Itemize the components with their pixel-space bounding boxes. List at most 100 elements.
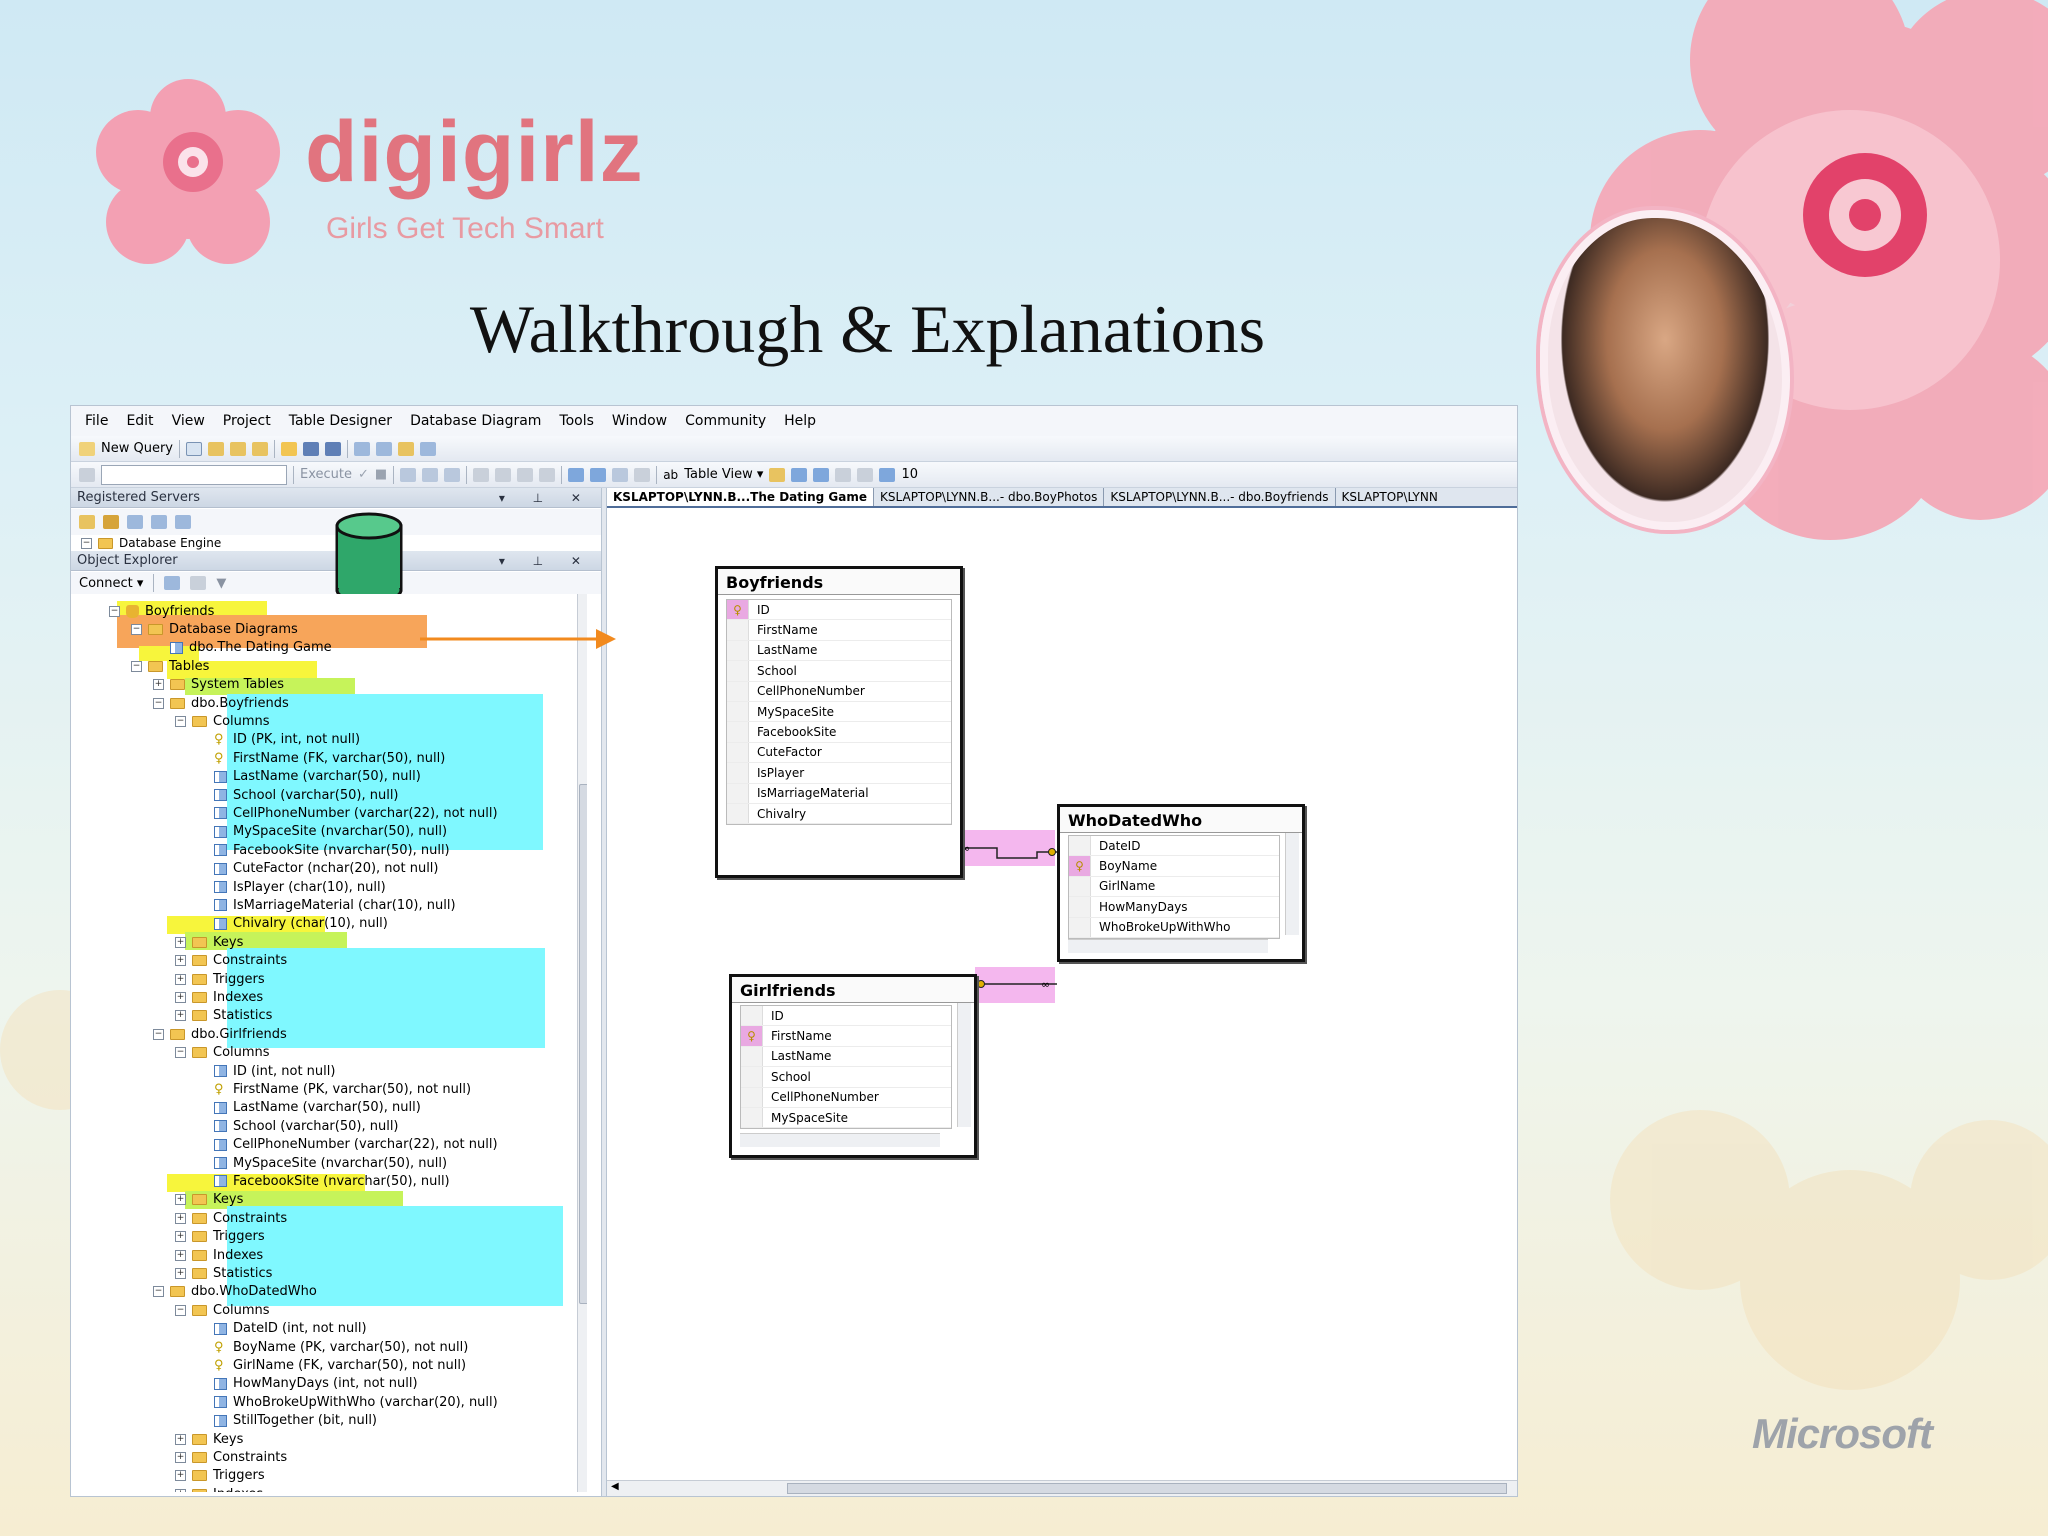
connect-dropdown[interactable]: Connect ▾ [79, 576, 143, 591]
tree-node[interactable]: + Keys [175, 933, 243, 951]
expand-icon[interactable]: + [175, 1231, 186, 1243]
tree-node[interactable]: ♀ GirlName (FK, varchar(50), not null) [197, 1356, 466, 1374]
scroll-left-icon[interactable]: ◀ [611, 1481, 619, 1492]
menu-table-designer[interactable]: Table Designer [289, 413, 392, 429]
tree-node[interactable]: + System Tables [153, 676, 284, 694]
connect-icon[interactable] [79, 467, 95, 482]
diagram-table-girlfriends[interactable]: Girlfriends ID ♀ FirstName LastName School Ce… [729, 974, 977, 1158]
tree-node[interactable]: CellPhoneNumber (varchar(22), not null) [197, 804, 498, 822]
tree-node[interactable]: FacebookSite (nvarchar(50), null) [197, 841, 450, 859]
menu-database-diagram[interactable]: Database Diagram [410, 413, 541, 429]
tree-node[interactable]: + Keys [175, 1430, 243, 1448]
tree-scrollbar[interactable] [577, 594, 587, 1492]
tree-node[interactable]: + Indexes [175, 1485, 263, 1492]
tree-node[interactable]: + Keys [175, 1191, 243, 1209]
table-column-row[interactable]: CuteFactor [727, 742, 951, 764]
tree-node[interactable]: − Columns [175, 1301, 270, 1319]
diagram-add-table-icon[interactable] [422, 467, 439, 482]
canvas-hscroll[interactable]: ◀ [607, 1480, 1517, 1496]
collapse-icon[interactable]: − [175, 715, 186, 727]
db-engine-icon[interactable] [79, 515, 95, 529]
menu-edit[interactable]: Edit [126, 413, 153, 429]
expand-icon[interactable]: + [175, 1267, 186, 1279]
db-engine-query-icon[interactable] [208, 441, 224, 456]
layout-icon[interactable] [473, 467, 490, 482]
table-column-row[interactable]: DateID [1069, 836, 1279, 857]
autosize-icon[interactable] [879, 467, 896, 482]
tree-node[interactable]: School (varchar(50), null) [197, 786, 399, 804]
tree-node[interactable]: − Boyfriends [109, 602, 214, 620]
tree-node[interactable]: CellPhoneNumber (varchar(22), not null) [197, 1136, 498, 1154]
tree-node[interactable]: + Triggers [175, 1467, 265, 1485]
menu-help[interactable]: Help [784, 413, 816, 429]
tree-node[interactable]: + Indexes [175, 988, 263, 1006]
file-icon[interactable] [186, 441, 202, 456]
collapse-icon[interactable]: − [131, 660, 142, 672]
tree-node[interactable]: ♀ FirstName (FK, varchar(50), null) [197, 749, 445, 767]
tree-node[interactable]: + Indexes [175, 1246, 263, 1264]
manage-constraints-icon[interactable] [813, 467, 830, 482]
table-column-row[interactable]: LastName [741, 1046, 951, 1068]
execute-button[interactable]: Execute [300, 467, 352, 482]
expand-icon[interactable]: + [153, 679, 164, 691]
database-engine-node[interactable]: Database Engine [119, 536, 221, 550]
text-annotation-icon[interactable]: ab [663, 468, 678, 482]
tab-more[interactable]: KSLAPTOP\LYNN [1336, 488, 1444, 506]
table-column-row[interactable]: CellPhoneNumber [741, 1087, 951, 1108]
expand-icon[interactable]: + [175, 1194, 186, 1206]
related-tables-icon[interactable] [612, 467, 629, 482]
filter-icon[interactable]: ▼ [216, 576, 226, 591]
diagram-relationship-icon[interactable] [444, 467, 461, 482]
menu-project[interactable]: Project [223, 413, 271, 429]
tree-node[interactable]: − dbo.WhoDatedWho [153, 1283, 317, 1301]
diagram-table-whodatedwho[interactable]: WhoDatedWho DateID ♀ BoyName GirlName HowMan… [1057, 804, 1305, 962]
expand-icon[interactable]: + [175, 1488, 186, 1492]
expand-icon[interactable]: + [175, 936, 186, 948]
arrange-icon[interactable] [495, 467, 512, 482]
table-column-row[interactable]: MySpaceSite [741, 1107, 951, 1129]
tree-node[interactable]: ♀ ID (PK, int, not null) [197, 731, 360, 749]
table-column-row[interactable]: ♀ ID [727, 600, 951, 621]
tab-boyfriends[interactable]: KSLAPTOP\LYNN.B...- dbo.Boyfriends [1104, 488, 1336, 506]
template-explorer-icon[interactable] [398, 441, 414, 456]
table-column-row[interactable]: CellPhoneNumber [727, 681, 951, 702]
tree-node[interactable]: FacebookSite (nvarchar(50), null) [197, 1172, 450, 1190]
mobile-icon[interactable] [175, 515, 191, 529]
table-column-row[interactable]: School [741, 1067, 951, 1088]
tree-node[interactable]: + Constraints [175, 1209, 287, 1227]
table-hscroll[interactable] [1068, 939, 1268, 953]
tree-node[interactable]: + Constraints [175, 1448, 287, 1466]
expand-icon[interactable]: + [175, 1249, 186, 1261]
expand-icon[interactable]: + [175, 1433, 186, 1445]
expand-icon[interactable]: + [175, 1212, 186, 1224]
open-icon[interactable] [281, 441, 297, 456]
reporting-services-icon[interactable] [127, 515, 143, 529]
tree-node[interactable]: ♀ FirstName (PK, varchar(50), not null) [197, 1080, 471, 1098]
tree-node[interactable]: + Triggers [175, 1228, 265, 1246]
tree-node[interactable]: HowManyDays (int, not null) [197, 1375, 418, 1393]
tree-node[interactable]: + Statistics [175, 1007, 272, 1025]
tree-node[interactable]: − Database Diagrams [131, 620, 298, 638]
table-column-row[interactable]: FacebookSite [727, 722, 951, 743]
tree-node[interactable]: + Triggers [175, 970, 265, 988]
tree-node[interactable]: − dbo.Girlfriends [153, 1025, 287, 1043]
canvas-hscroll-thumb[interactable] [787, 1483, 1507, 1494]
keys-icon[interactable] [769, 467, 786, 482]
tree-node[interactable]: LastName (varchar(50), null) [197, 768, 421, 786]
table-icon[interactable] [568, 467, 585, 482]
tree-node[interactable]: WhoBrokeUpWithWho (varchar(20), null) [197, 1393, 498, 1411]
analysis-services-icon[interactable] [103, 515, 119, 529]
table-column-row[interactable]: FirstName [727, 620, 951, 641]
tab-dating-game-diagram[interactable]: KSLAPTOP\LYNN.B...The Dating Game [607, 488, 875, 506]
collapse-icon[interactable]: − [81, 537, 92, 549]
analysis-query-icon[interactable] [230, 441, 246, 456]
diagram-new-table-icon[interactable] [400, 467, 417, 482]
tab-boyphotos[interactable]: KSLAPTOP\LYNN.B...- dbo.BoyPhotos [874, 488, 1105, 506]
indent-icon[interactable] [517, 467, 534, 482]
mdx-query-icon[interactable] [252, 441, 268, 456]
recalc-page-icon[interactable] [857, 467, 874, 482]
tree-node[interactable]: − Columns [175, 1044, 270, 1062]
properties-icon[interactable] [420, 441, 436, 456]
registered-servers-icon[interactable] [354, 441, 370, 456]
collapse-icon[interactable]: − [175, 1047, 186, 1059]
